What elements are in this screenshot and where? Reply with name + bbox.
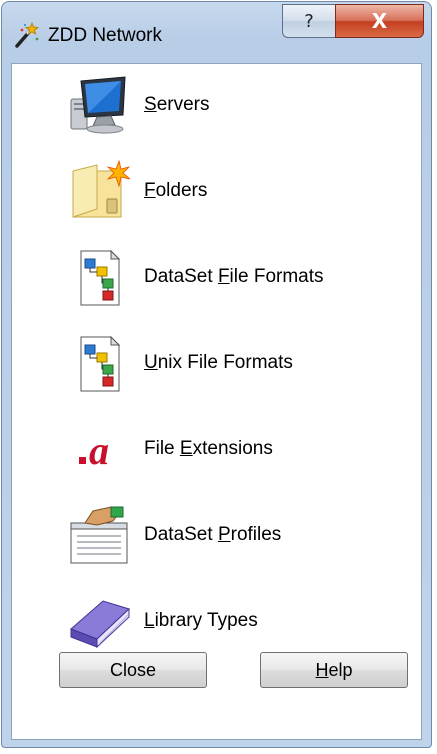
servers-item[interactable]: Servers xyxy=(67,73,209,137)
close-x-icon: X xyxy=(371,9,388,33)
dialog-window: ZDD Network ? X Servers Folders DataSet … xyxy=(1,1,432,748)
dataset-profiles-item[interactable]: DataSet Profiles xyxy=(67,503,281,567)
help-caption-button[interactable]: ? xyxy=(282,4,336,38)
dataset-file-formats-item[interactable]: DataSet File Formats xyxy=(67,245,324,309)
svg-text:a: a xyxy=(89,428,109,473)
close-caption-button[interactable]: X xyxy=(335,4,424,38)
computer-icon xyxy=(67,73,131,137)
folders-label: Folders xyxy=(144,180,208,201)
new-folder-icon xyxy=(67,159,131,223)
close-button[interactable]: Close xyxy=(59,652,207,688)
question-mark-icon: ? xyxy=(304,10,314,32)
help-button[interactable]: Help xyxy=(260,652,408,688)
library-types-label: Library Types xyxy=(144,610,258,631)
window-title: ZDD Network xyxy=(48,25,163,46)
unix-file-formats-item[interactable]: Unix File Formats xyxy=(67,331,293,395)
profile-form-icon xyxy=(67,503,131,567)
file-extensions-label: File Extensions xyxy=(144,438,273,459)
close-button-label: Close xyxy=(109,659,157,680)
servers-label: Servers xyxy=(144,94,210,115)
title-bar[interactable]: ZDD Network ? X xyxy=(2,2,431,62)
dataset-file-formats-label: DataSet File Formats xyxy=(144,266,324,287)
dialog-content: Servers Folders DataSet File Formats Uni… xyxy=(11,63,422,740)
file-extension-icon: a xyxy=(67,417,131,481)
dataset-profiles-label: DataSet Profiles xyxy=(144,524,282,545)
file-format-icon xyxy=(67,331,131,395)
unix-file-formats-label: Unix File Formats xyxy=(144,352,293,373)
library-types-item[interactable]: Library Types xyxy=(67,589,258,653)
file-format-icon xyxy=(67,245,131,309)
help-button-label: Help xyxy=(315,659,353,680)
book-icon xyxy=(67,589,131,653)
magic-wand-icon xyxy=(15,22,40,48)
folders-item[interactable]: Folders xyxy=(67,159,207,223)
file-extensions-item[interactable]: a File Extensions xyxy=(67,417,273,481)
